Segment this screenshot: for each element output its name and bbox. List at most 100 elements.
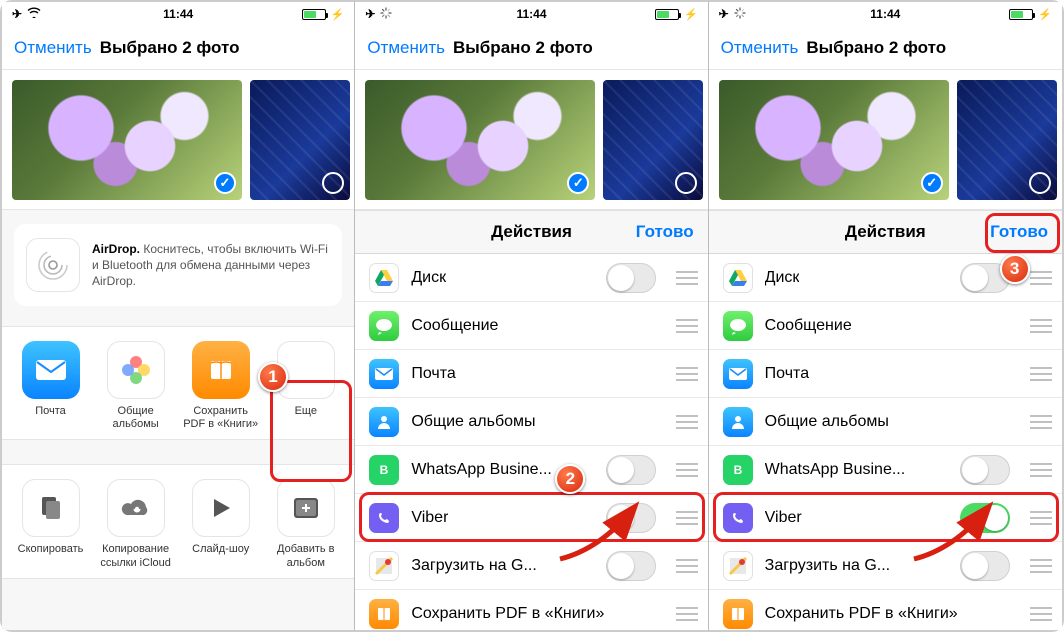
drag-handle-icon[interactable] <box>676 511 698 525</box>
action-label: Viber <box>411 509 448 527</box>
action-label: Добавить в альбом <box>267 543 345 569</box>
unselected-check-icon[interactable] <box>1029 172 1051 194</box>
action-item-messages[interactable]: Сообщение <box>355 302 707 350</box>
drag-handle-icon[interactable] <box>676 463 698 477</box>
actions-title: Действия <box>845 222 926 242</box>
action-label: Сохранить PDF в «Книги» <box>765 605 958 623</box>
action-item-google-upload[interactable]: Загрузить на G... <box>709 542 1062 590</box>
cloud-link-icon <box>107 479 165 537</box>
cancel-button[interactable]: Отменить <box>14 38 92 58</box>
share-app-more[interactable]: ••• Еще <box>267 341 345 431</box>
action-label: Слайд-шоу <box>192 543 249 569</box>
whatsapp-business-icon: B <box>723 455 753 485</box>
action-add-to-album[interactable]: Добавить в альбом <box>267 479 345 569</box>
action-item-shared-albums[interactable]: Общие альбомы <box>709 398 1062 446</box>
drag-handle-icon[interactable] <box>1030 415 1052 429</box>
toggle-viber[interactable] <box>960 503 1010 533</box>
action-icloud-link[interactable]: Копирование ссылки iCloud <box>97 479 175 569</box>
action-label: Диск <box>411 269 446 287</box>
toggle-drive[interactable] <box>960 263 1010 293</box>
charging-icon: ⚡ <box>331 8 345 21</box>
drag-handle-icon[interactable] <box>1030 607 1052 621</box>
photo-thumbnail-2[interactable] <box>603 80 703 200</box>
wifi-icon <box>27 7 41 21</box>
mail-icon <box>22 341 80 399</box>
more-icon: ••• <box>277 341 335 399</box>
share-app-shared-albums[interactable]: Общие альбомы <box>97 341 175 431</box>
messages-icon <box>723 311 753 341</box>
drag-handle-icon[interactable] <box>676 415 698 429</box>
drag-handle-icon[interactable] <box>1030 319 1052 333</box>
drag-handle-icon[interactable] <box>676 271 698 285</box>
photo-strip[interactable] <box>355 70 707 210</box>
airdrop-card[interactable]: AirDrop. Коснитесь, чтобы включить Wi-Fi… <box>14 224 342 306</box>
share-apps-row[interactable]: Почта Общие альбомы Сохранить PDF в <box>2 326 354 440</box>
photo-thumbnail-2[interactable] <box>250 80 350 200</box>
battery-icon <box>1009 9 1033 20</box>
action-item-viber[interactable]: Viber <box>355 494 707 542</box>
photo-strip[interactable] <box>709 70 1062 210</box>
selected-check-icon[interactable] <box>214 172 236 194</box>
charging-icon: ⚡ <box>684 8 698 21</box>
action-item-messages[interactable]: Сообщение <box>709 302 1062 350</box>
action-item-mail[interactable]: Почта <box>709 350 1062 398</box>
drag-handle-icon[interactable] <box>676 559 698 573</box>
messages-icon <box>369 311 399 341</box>
actions-header: Действия Готово <box>355 210 707 254</box>
play-icon <box>192 479 250 537</box>
toggle-whatsapp-business[interactable] <box>606 455 656 485</box>
actions-list[interactable]: Диск Сообщение Почта Общие альбомы <box>355 254 707 630</box>
selected-check-icon[interactable] <box>921 172 943 194</box>
photo-strip[interactable] <box>2 70 354 210</box>
share-app-label: Почта <box>35 405 66 431</box>
cancel-button[interactable]: Отменить <box>721 38 799 58</box>
action-item-whatsapp-business[interactable]: B WhatsApp Busine... <box>355 446 707 494</box>
action-item-drive[interactable]: Диск <box>355 254 707 302</box>
drag-handle-icon[interactable] <box>1030 463 1052 477</box>
toggle-drive[interactable] <box>606 263 656 293</box>
share-actions-row[interactable]: Скопировать Копирование ссылки iCloud Сл… <box>2 464 354 578</box>
drag-handle-icon[interactable] <box>676 319 698 333</box>
action-item-drive[interactable]: Диск <box>709 254 1062 302</box>
action-slideshow[interactable]: Слайд-шоу <box>182 479 260 569</box>
done-button[interactable]: Готово <box>990 222 1048 242</box>
action-item-shared-albums[interactable]: Общие альбомы <box>355 398 707 446</box>
drag-handle-icon[interactable] <box>1030 271 1052 285</box>
share-app-save-pdf-books[interactable]: Сохранить PDF в «Книги» <box>182 341 260 431</box>
unselected-check-icon[interactable] <box>322 172 344 194</box>
done-button[interactable]: Готово <box>636 222 694 242</box>
action-item-whatsapp-business[interactable]: B WhatsApp Busine... <box>709 446 1062 494</box>
drag-handle-icon[interactable] <box>676 607 698 621</box>
google-drive-icon <box>369 263 399 293</box>
photo-thumbnail-1[interactable] <box>12 80 242 200</box>
google-maps-icon <box>369 551 399 581</box>
toggle-google-upload[interactable] <box>960 551 1010 581</box>
share-app-mail[interactable]: Почта <box>12 341 90 431</box>
airdrop-text: AirDrop. Коснитесь, чтобы включить Wi-Fi… <box>92 241 330 290</box>
toggle-google-upload[interactable] <box>606 551 656 581</box>
action-item-save-pdf-books[interactable]: Сохранить PDF в «Книги» <box>355 590 707 630</box>
action-label: Загрузить на G... <box>765 557 890 575</box>
books-icon <box>369 599 399 629</box>
action-item-viber[interactable]: Viber <box>709 494 1062 542</box>
action-item-mail[interactable]: Почта <box>355 350 707 398</box>
share-sheet-body: AirDrop. Коснитесь, чтобы включить Wi-Fi… <box>2 210 354 630</box>
books-icon <box>192 341 250 399</box>
mail-icon <box>369 359 399 389</box>
photo-thumbnail-1[interactable] <box>365 80 595 200</box>
actions-list[interactable]: Диск Сообщение Почта Общие альбомы <box>709 254 1062 630</box>
cancel-button[interactable]: Отменить <box>367 38 445 58</box>
toggle-whatsapp-business[interactable] <box>960 455 1010 485</box>
svg-text:B: B <box>380 463 389 477</box>
drag-handle-icon[interactable] <box>1030 559 1052 573</box>
photo-thumbnail-1[interactable] <box>719 80 949 200</box>
drag-handle-icon[interactable] <box>1030 367 1052 381</box>
toggle-viber[interactable] <box>606 503 656 533</box>
drag-handle-icon[interactable] <box>676 367 698 381</box>
action-item-google-upload[interactable]: Загрузить на G... <box>355 542 707 590</box>
photo-thumbnail-2[interactable] <box>957 80 1057 200</box>
action-copy[interactable]: Скопировать <box>12 479 90 569</box>
drag-handle-icon[interactable] <box>1030 511 1052 525</box>
action-item-save-pdf-books[interactable]: Сохранить PDF в «Книги» <box>709 590 1062 630</box>
status-bar: ✈ 11:44 ⚡ <box>2 2 354 26</box>
